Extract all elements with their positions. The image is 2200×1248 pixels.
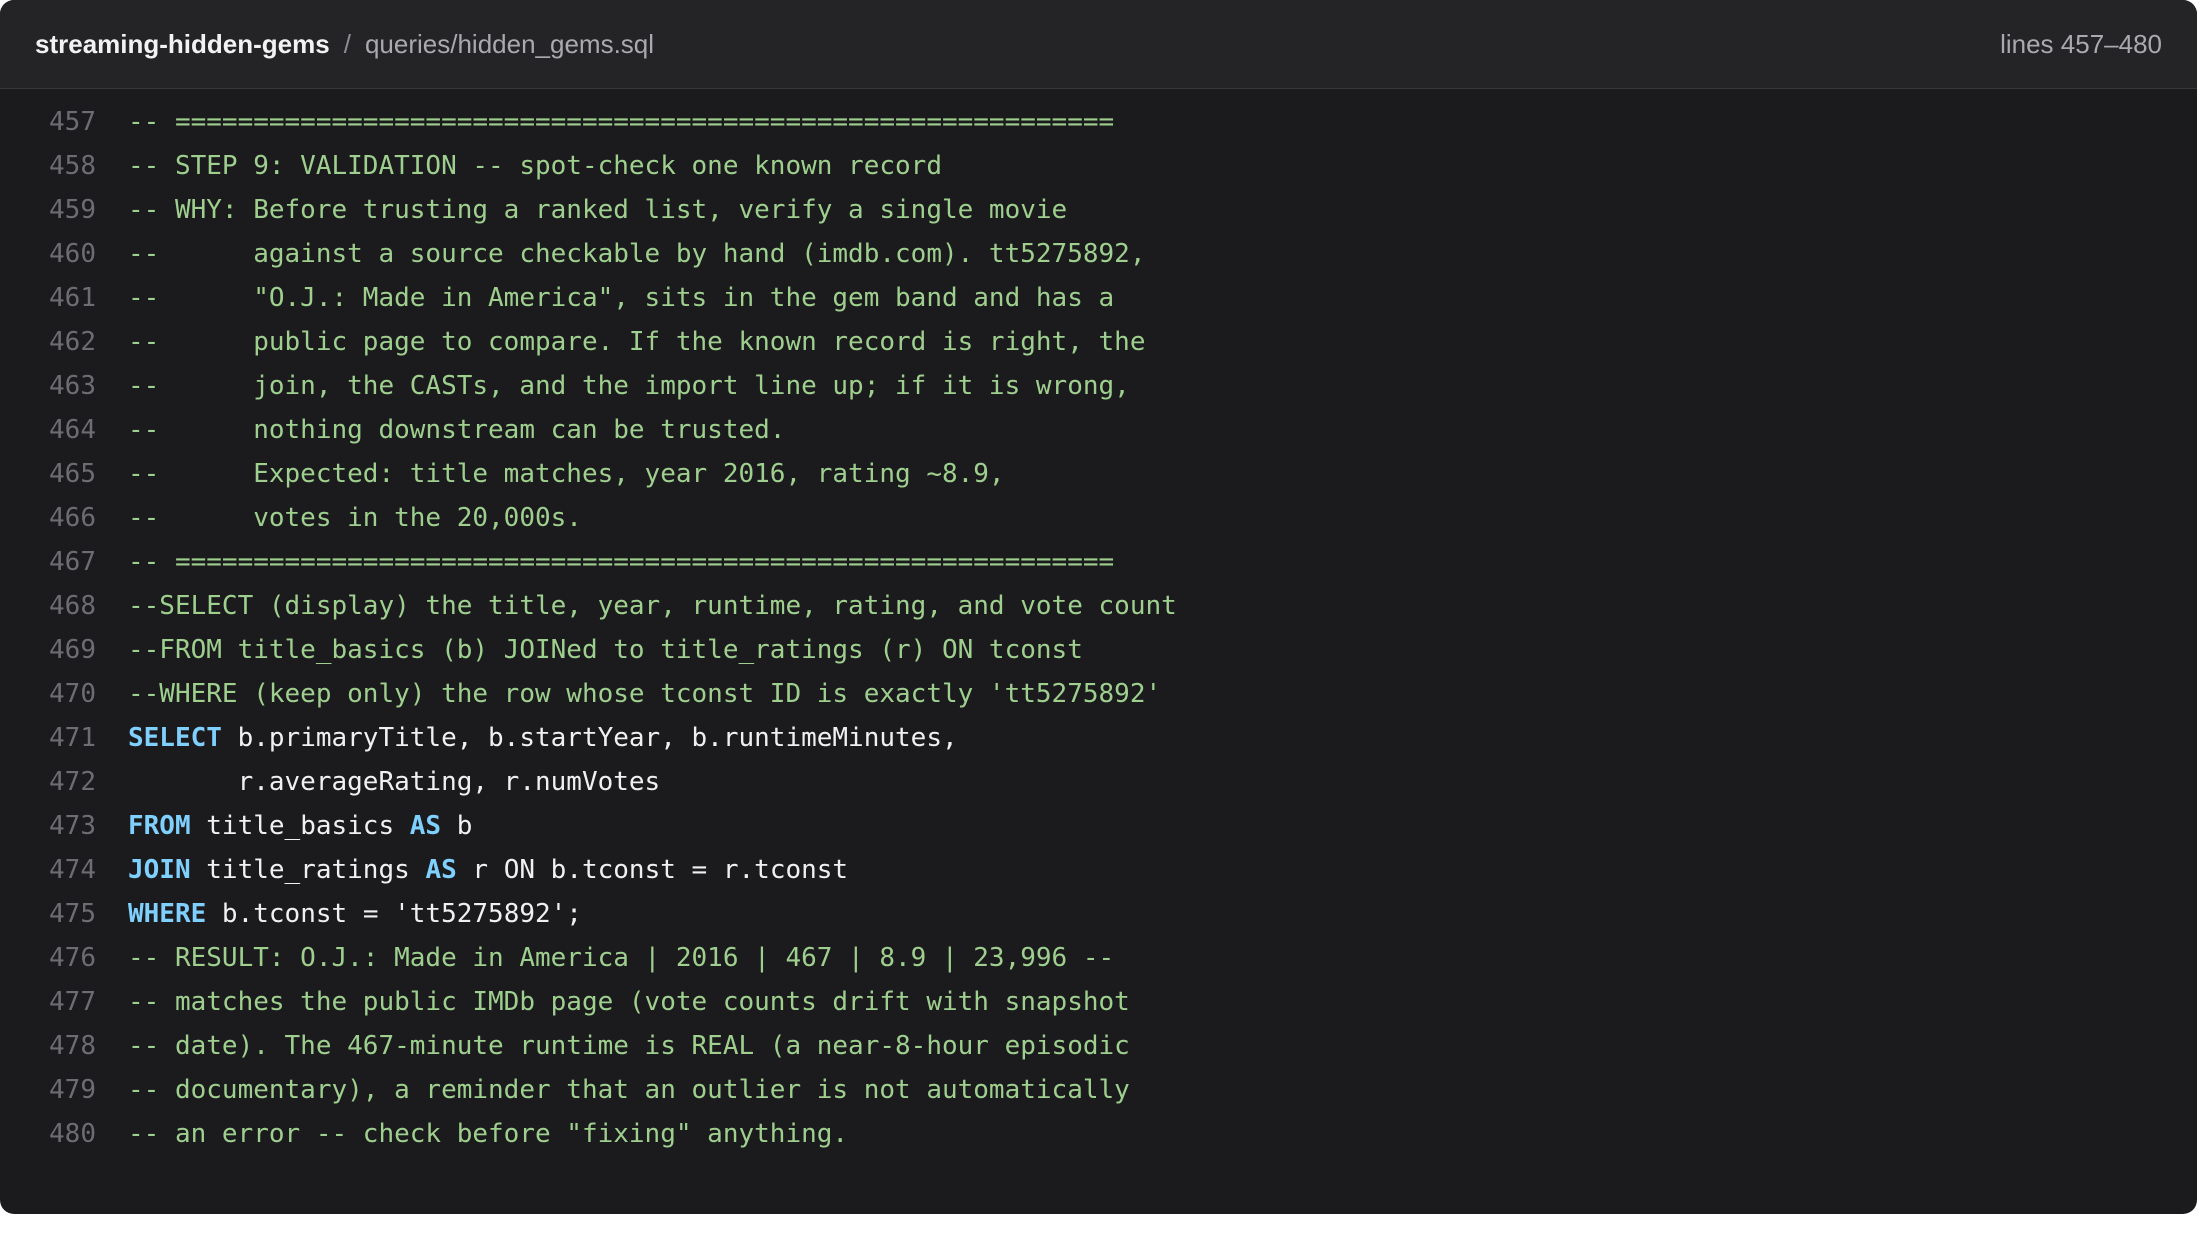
line-source: --SELECT (display) the title, year, runt… [128,584,1177,628]
sql-comment: --SELECT (display) the title, year, runt… [128,591,1177,621]
sql-keyword: SELECT [128,723,222,753]
line-source: SELECT b.primaryTitle, b.startYear, b.ru… [128,716,958,760]
line-number[interactable]: 468 [0,584,96,628]
line-number[interactable]: 480 [0,1112,96,1156]
sql-text: b.tconst = 'tt5275892'; [206,899,582,929]
line-source: --WHERE (keep only) the row whose tconst… [128,672,1161,716]
sql-comment: -- join, the CASTs, and the import line … [128,371,1130,401]
line-source: -- date). The 467-minute runtime is REAL… [128,1024,1130,1068]
sql-comment: --WHERE (keep only) the row whose tconst… [128,679,1162,709]
sql-comment: -- matches the public IMDb page (vote co… [128,987,1130,1017]
line-number[interactable]: 476 [0,936,96,980]
line-source: -- Expected: title matches, year 2016, r… [128,452,1005,496]
line-source: FROM title_basics AS b [128,804,472,848]
line-number[interactable]: 463 [0,364,96,408]
line-source: -- STEP 9: VALIDATION -- spot-check one … [128,144,942,188]
sql-text: b [441,811,473,841]
line-source: -- =====================================… [128,100,1114,144]
line-number[interactable]: 475 [0,892,96,936]
sql-comment: -- "O.J.: Made in America", sits in the … [128,283,1115,313]
line-source: -- nothing downstream can be trusted. [128,408,785,452]
sql-comment: -- =====================================… [128,107,1115,137]
sql-comment: -- public page to compare. If the known … [128,327,1146,357]
line-number[interactable]: 479 [0,1068,96,1112]
line-source: -- an error -- check before "fixing" any… [128,1112,848,1156]
line-source: --FROM title_basics (b) JOINed to title_… [128,628,1083,672]
line-number[interactable]: 460 [0,232,96,276]
sql-comment: -- votes in the 20,000s. [128,503,582,533]
line-number[interactable]: 470 [0,672,96,716]
line-source: -- "O.J.: Made in America", sits in the … [128,276,1114,320]
line-number[interactable]: 465 [0,452,96,496]
line-number[interactable]: 478 [0,1024,96,1068]
line-number[interactable]: 459 [0,188,96,232]
line-number[interactable]: 467 [0,540,96,584]
line-number[interactable]: 457 [0,100,96,144]
sql-comment: -- nothing downstream can be trusted. [128,415,786,445]
sql-comment: -- documentary), a reminder that an outl… [128,1075,1130,1105]
sql-comment: -- Expected: title matches, year 2016, r… [128,459,1005,489]
line-source: -- WHY: Before trusting a ranked list, v… [128,188,1067,232]
sql-comment: -- date). The 467-minute runtime is REAL… [128,1031,1130,1061]
line-number[interactable]: 462 [0,320,96,364]
sql-comment: -- STEP 9: VALIDATION -- spot-check one … [128,151,942,181]
line-number[interactable]: 477 [0,980,96,1024]
line-number[interactable]: 471 [0,716,96,760]
line-source: -- public page to compare. If the known … [128,320,1145,364]
line-number[interactable]: 466 [0,496,96,540]
sql-keyword: AS [409,811,442,841]
line-source: -- against a source checkable by hand (i… [128,232,1145,276]
code-area[interactable]: 457 -- ==================================… [0,0,2197,1149]
sql-text: b.primaryTitle, b.startYear, b.runtimeMi… [221,723,958,753]
line-source: -- votes in the 20,000s. [128,496,582,540]
sql-comment: -- =====================================… [128,547,1115,577]
line-source: -- documentary), a reminder that an outl… [128,1068,1130,1112]
line-number[interactable]: 473 [0,804,96,848]
sql-comment: --FROM title_basics (b) JOINed to title_… [128,635,1083,665]
line-source: r.averageRating, r.numVotes [128,760,661,804]
code-viewer-window: streaming-hidden-gems / queries/hidden_g… [0,0,2197,1214]
line-number[interactable]: 464 [0,408,96,452]
sql-comment: -- against a source checkable by hand (i… [128,239,1146,269]
line-source: JOIN title_ratings AS r ON b.tconst = r.… [128,848,848,892]
line-number[interactable]: 461 [0,276,96,320]
line-number[interactable]: 472 [0,760,96,804]
line-number[interactable]: 458 [0,144,96,188]
sql-keyword: AS [425,855,457,885]
sql-text: title_basics [190,811,410,841]
sql-comment: -- an error -- check before "fixing" any… [128,1119,849,1149]
line-source: -- RESULT: O.J.: Made in America | 2016 … [128,936,1114,980]
sql-keyword: WHERE [128,899,207,929]
line-source: -- matches the public IMDb page (vote co… [128,980,1130,1024]
sql-text: r.averageRating, r.numVotes [128,767,661,797]
sql-comment: -- RESULT: O.J.: Made in America | 2016 … [128,943,1115,973]
sql-text: r ON b.tconst = r.tconst [456,855,849,885]
sql-keyword: JOIN [128,855,191,885]
line-source: WHERE b.tconst = 'tt5275892'; [128,892,582,936]
sql-text: title_ratings [190,855,426,885]
line-number[interactable]: 469 [0,628,96,672]
sql-comment: -- WHY: Before trusting a ranked list, v… [128,195,1068,225]
sql-keyword: FROM [128,811,191,841]
line-source: -- join, the CASTs, and the import line … [128,364,1130,408]
line-source: -- =====================================… [128,540,1114,584]
line-number[interactable]: 474 [0,848,96,892]
